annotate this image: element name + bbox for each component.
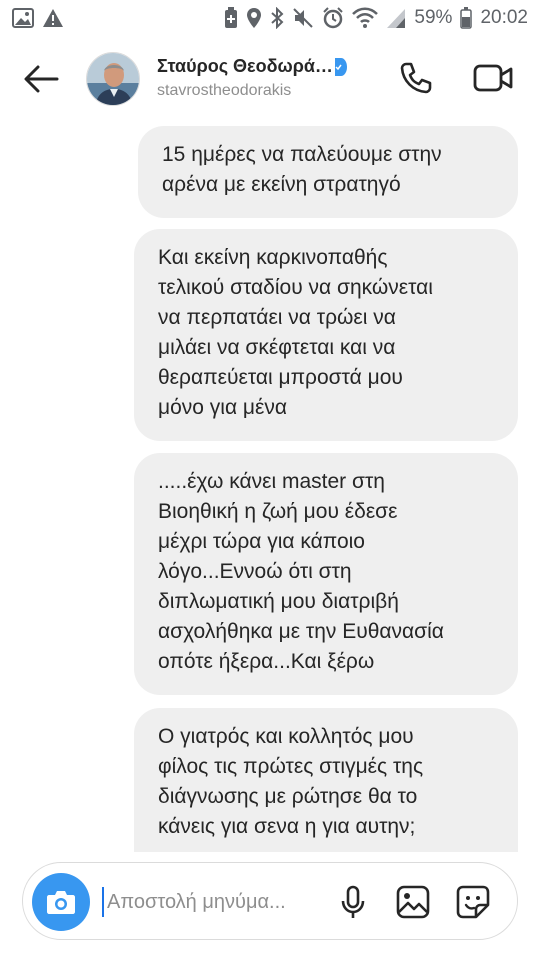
phone-icon <box>400 62 432 94</box>
signal-icon <box>386 7 406 29</box>
message-input-area[interactable] <box>102 885 332 919</box>
video-call-button[interactable] <box>470 58 516 98</box>
camera-icon <box>47 891 75 914</box>
location-icon <box>246 7 262 29</box>
conversation-title[interactable]: Σταύρος Θεοδωρά… stavrostheodorakis <box>157 56 377 100</box>
warning-icon <box>42 8 64 28</box>
image-notification-icon <box>12 8 34 28</box>
battery-icon <box>460 7 473 29</box>
message-input[interactable] <box>107 890 327 914</box>
contact-username: stavrostheodorakis <box>157 82 292 99</box>
alarm-icon <box>322 7 344 29</box>
gallery-icon <box>396 885 430 919</box>
gallery-button[interactable] <box>394 883 432 921</box>
status-right: 59% 20:02 <box>224 7 528 29</box>
status-left <box>12 8 64 28</box>
bluetooth-icon <box>270 7 284 29</box>
sticker-button[interactable] <box>454 883 492 921</box>
microphone-icon <box>341 885 365 918</box>
message-bubble[interactable]: .....έχω κάνει master στη Βιοηθική η ζωή… <box>134 453 518 695</box>
sticker-icon <box>456 885 490 919</box>
message-bubble[interactable]: Και εκείνη καρκινοπαθής τελικού σταδίου … <box>134 229 518 441</box>
video-camera-icon <box>473 64 513 92</box>
verified-badge-icon <box>334 57 347 76</box>
name-row: Σταύρος Θεοδωρά… <box>157 56 377 77</box>
text-cursor <box>102 887 104 917</box>
call-button[interactable] <box>396 58 436 98</box>
message-thread[interactable]: 15 ημέρες να παλεύουμε στην αρένα με εκε… <box>0 122 540 852</box>
conversation-header: Σταύρος Θεοδωρά… stavrostheodorakis <box>0 36 540 122</box>
message-composer <box>22 862 518 940</box>
contact-name: Σταύρος Θεοδωρά… <box>157 56 333 76</box>
status-bar: 59% 20:02 <box>0 0 540 36</box>
wifi-icon <box>352 7 379 29</box>
camera-button[interactable] <box>32 873 90 931</box>
battery-percent: 59% <box>414 7 453 28</box>
back-button[interactable] <box>20 62 62 96</box>
avatar[interactable] <box>86 52 140 106</box>
message-bubble[interactable]: Ο γιατρός και κολλητός μου φίλος τις πρώ… <box>134 708 518 852</box>
message-bubble[interactable]: 15 ημέρες να παλεύουμε στην αρένα με εκε… <box>138 126 518 218</box>
clock: 20:02 <box>480 7 528 28</box>
voice-message-button[interactable] <box>335 883 371 921</box>
mute-icon <box>292 7 314 29</box>
battery-saver-icon <box>224 7 238 29</box>
back-arrow-icon <box>24 65 59 93</box>
